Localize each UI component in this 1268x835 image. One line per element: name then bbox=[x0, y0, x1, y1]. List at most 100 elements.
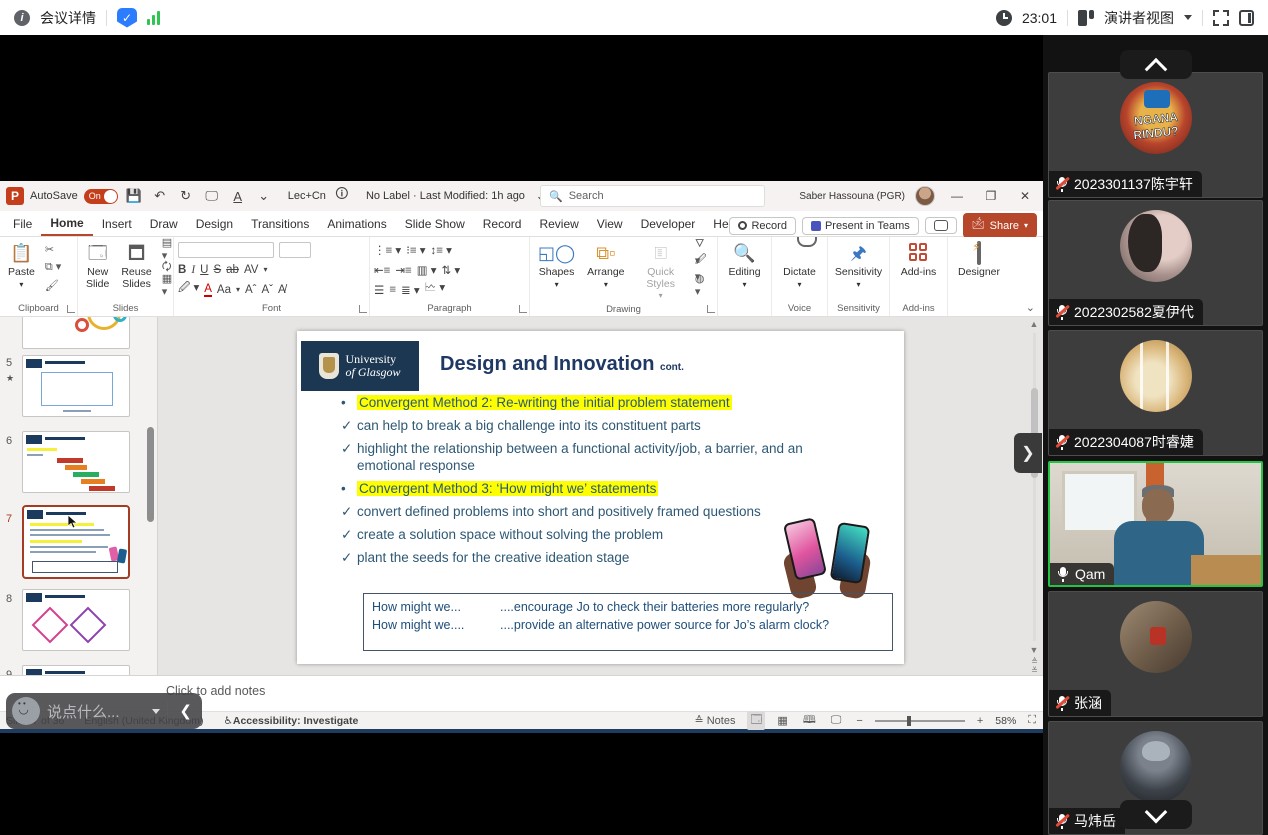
autosave-toggle[interactable]: On bbox=[84, 189, 118, 204]
smartart-button[interactable]: 🗠 ▾ bbox=[425, 280, 446, 299]
designer-button[interactable]: Designer bbox=[954, 241, 1004, 281]
hide-video-panel-button[interactable]: ❯ bbox=[1014, 433, 1042, 473]
tab-file[interactable]: File bbox=[4, 213, 41, 235]
slide-thumbnail-4[interactable] bbox=[22, 317, 130, 349]
zoom-slider[interactable] bbox=[875, 720, 965, 722]
emoji-button[interactable] bbox=[12, 697, 40, 725]
tab-design[interactable]: Design bbox=[187, 213, 242, 235]
previous-slide-button[interactable]: ≜ bbox=[1031, 657, 1037, 666]
record-button[interactable]: Record bbox=[729, 217, 795, 235]
clear-formatting-button[interactable]: A̸ bbox=[278, 284, 286, 296]
shapes-button[interactable]: ◱◯ Shapes▾ bbox=[534, 241, 579, 291]
scroll-participants-down-button[interactable] bbox=[1120, 800, 1192, 829]
shape-effects-button[interactable]: ◍ ▾ bbox=[693, 277, 713, 293]
collapse-ribbon-icon[interactable]: ⌄ bbox=[1026, 301, 1035, 314]
account-avatar[interactable] bbox=[915, 186, 935, 206]
italic-button[interactable]: I bbox=[191, 264, 195, 276]
slide-thumbnail-9[interactable] bbox=[22, 665, 130, 675]
cut-button[interactable]: ✂ bbox=[43, 241, 63, 257]
dialog-launcher-icon[interactable] bbox=[519, 305, 527, 313]
notes-toggle-button[interactable]: ≙ Notes bbox=[691, 714, 738, 727]
decrease-indent-button[interactable]: ⇤≡ bbox=[374, 263, 390, 277]
tab-insert[interactable]: Insert bbox=[93, 213, 141, 235]
tab-draw[interactable]: Draw bbox=[141, 213, 187, 235]
align-center-button[interactable]: ≡ bbox=[389, 284, 396, 296]
font-color-button[interactable]: A bbox=[204, 283, 212, 297]
participant-tile[interactable]: 2022304087时睿婕 bbox=[1048, 330, 1263, 456]
strikethrough-button[interactable]: S bbox=[213, 264, 221, 276]
slide-thumbnail-7-selected[interactable] bbox=[22, 505, 130, 579]
zoom-slider-handle[interactable] bbox=[907, 716, 911, 726]
accessibility-status[interactable]: Accessibility: Investigate bbox=[233, 715, 358, 727]
line-spacing-button[interactable]: ↕≡ ▾ bbox=[431, 243, 452, 257]
tab-animations[interactable]: Animations bbox=[318, 213, 395, 235]
char-spacing-button[interactable]: AV bbox=[244, 264, 259, 276]
scroll-down-icon[interactable]: ▼ bbox=[1030, 643, 1039, 657]
format-painter-button[interactable]: 🖌 bbox=[43, 277, 63, 293]
side-panel-toggle-icon[interactable] bbox=[1239, 10, 1254, 26]
slide-layout-button[interactable]: ▤ ▾ bbox=[160, 241, 174, 257]
tab-view[interactable]: View bbox=[588, 213, 632, 235]
numbering-button[interactable]: ⁝≡ ▾ bbox=[406, 243, 425, 257]
thumbnail-scrollbar[interactable] bbox=[147, 427, 154, 522]
qat-overflow-icon[interactable]: ⌄ bbox=[254, 186, 274, 206]
present-in-teams-button[interactable]: Present in Teams bbox=[802, 217, 919, 235]
bold-button[interactable]: B bbox=[178, 264, 186, 276]
slideshow-view-button[interactable]: 🖵 bbox=[828, 714, 845, 727]
account-name[interactable]: Saber Hassouna (PGR) bbox=[799, 191, 905, 202]
dialog-launcher-icon[interactable] bbox=[359, 305, 367, 313]
columns-button[interactable]: ▥ ▾ bbox=[417, 263, 437, 277]
meeting-details-button[interactable]: i 会议详情 bbox=[14, 8, 96, 28]
change-case-button[interactable]: Aa bbox=[217, 284, 231, 296]
tab-review[interactable]: Review bbox=[530, 213, 587, 235]
slide-sorter-button[interactable]: ▦ bbox=[774, 714, 790, 727]
editing-button[interactable]: 🔍 Editing▾ bbox=[724, 241, 764, 291]
slide-thumbnail-6[interactable] bbox=[22, 431, 130, 493]
tab-record[interactable]: Record bbox=[474, 213, 531, 235]
dictate-button[interactable]: Dictate▾ bbox=[779, 241, 820, 291]
zoom-in-button[interactable]: + bbox=[974, 715, 986, 727]
shrink-font-button[interactable]: Aˇ bbox=[262, 284, 274, 296]
redo-icon[interactable]: ↻ bbox=[176, 186, 196, 206]
highlight-button[interactable]: 🖉 ▾ bbox=[178, 280, 199, 299]
tab-home[interactable]: Home bbox=[41, 212, 92, 236]
bullets-button[interactable]: ⋮≡ ▾ bbox=[374, 243, 401, 257]
save-icon[interactable]: 💾 bbox=[124, 186, 144, 206]
zoom-out-button[interactable]: − bbox=[853, 715, 865, 727]
text-direction-button[interactable]: ⇅ ▾ bbox=[442, 263, 461, 277]
reuse-slides-button[interactable]: 🗖 Reuse Slides bbox=[117, 241, 155, 292]
document-status[interactable]: No Label · Last Modified: 1h ago bbox=[366, 190, 525, 202]
grow-font-button[interactable]: Aˆ bbox=[245, 284, 257, 296]
next-slide-button[interactable]: ≚ bbox=[1031, 666, 1037, 675]
sensitivity-button[interactable]: 🖈 Sensitivity▾ bbox=[831, 241, 886, 291]
scroll-participants-up-button[interactable] bbox=[1120, 50, 1192, 79]
double-strike-button[interactable]: ab bbox=[226, 264, 239, 276]
paste-button[interactable]: 📋 Paste▾ bbox=[4, 241, 39, 291]
collapse-chat-button[interactable]: ❮ bbox=[175, 702, 196, 720]
participant-tile-active-speaker[interactable]: Qam bbox=[1048, 461, 1263, 587]
start-slideshow-icon[interactable]: 🖵 bbox=[202, 186, 222, 206]
zoom-level[interactable]: 58% bbox=[995, 715, 1016, 727]
arrange-button[interactable]: ⧉▫ Arrange▾ bbox=[583, 241, 628, 291]
minimize-button[interactable]: — bbox=[945, 189, 969, 203]
quick-styles-button[interactable]: 🗉 Quick Styles▾ bbox=[633, 241, 689, 303]
participant-tile[interactable]: 2022302582夏伊代 bbox=[1048, 200, 1263, 326]
copy-button[interactable]: ⧉ ▾ bbox=[43, 259, 63, 275]
slide-thumbnail-5[interactable] bbox=[22, 355, 130, 417]
search-input[interactable]: 🔍 Search bbox=[540, 185, 765, 207]
participant-tile[interactable]: NGANA RINDU? 2023301137陈宇轩 bbox=[1048, 72, 1263, 198]
dialog-launcher-icon[interactable] bbox=[67, 305, 75, 313]
fit-slide-button[interactable]: ⛶ bbox=[1025, 714, 1039, 727]
dialog-launcher-icon[interactable] bbox=[707, 305, 715, 313]
comments-button[interactable] bbox=[925, 217, 957, 234]
addins-button[interactable]: Add-ins bbox=[897, 241, 941, 281]
reading-view-button[interactable]: 🕮 bbox=[800, 711, 819, 730]
canvas-scrollbar[interactable]: ▲ ▼ ≜ ≚ bbox=[1027, 317, 1041, 675]
undo-icon[interactable]: ↶ bbox=[150, 186, 170, 206]
align-right-button[interactable]: ≣ ▾ bbox=[401, 283, 420, 297]
align-left-button[interactable]: ☰ bbox=[374, 283, 384, 297]
increase-indent-button[interactable]: ⇥≡ bbox=[395, 263, 411, 277]
tab-transitions[interactable]: Transitions bbox=[242, 213, 318, 235]
slide-canvas[interactable]: University of Glasgow Design and Innovat… bbox=[297, 331, 904, 664]
scroll-up-icon[interactable]: ▲ bbox=[1030, 317, 1039, 331]
